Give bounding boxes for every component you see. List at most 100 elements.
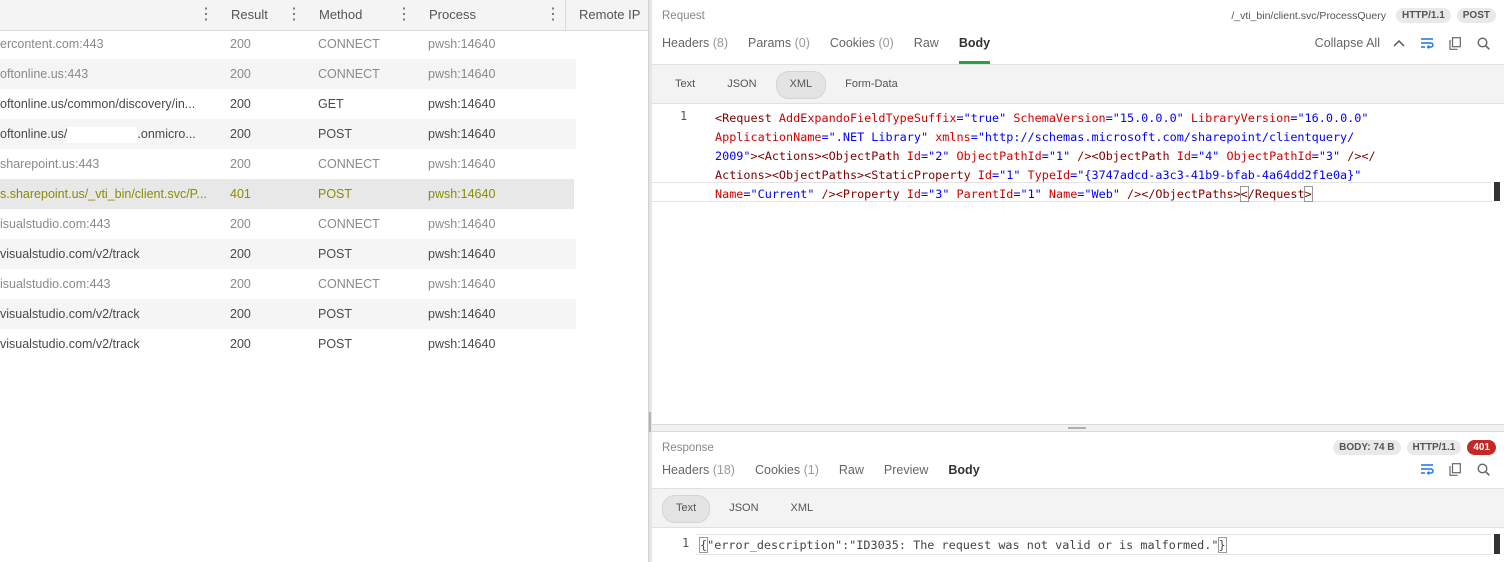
xml-tag: ><Actions><ObjectPath: [750, 149, 907, 163]
protocol-badge: HTTP/1.1: [1406, 440, 1462, 455]
tab-cookies[interactable]: Cookies (1): [755, 459, 827, 487]
column-menu-icon[interactable]: ⋮: [198, 0, 214, 30]
format-text[interactable]: Text: [662, 71, 708, 97]
session-row[interactable]: oftonline.us:443 200 CONNECT pwsh:14640: [0, 59, 576, 89]
code-line: <Request AddExpandoFieldTypeSuffix="true…: [715, 109, 1485, 128]
tab-preview[interactable]: Preview: [884, 459, 936, 487]
xml-tag: /><ObjectPath: [1070, 149, 1177, 163]
tab-label: Cookies: [754, 463, 801, 477]
session-row[interactable]: visualstudio.com/v2/track 200 POST pwsh:…: [0, 329, 648, 359]
session-process: pwsh:14640: [428, 217, 496, 231]
session-row[interactable]: oftonline.us/ .onmicro... 200 POST pwsh:1…: [0, 119, 576, 149]
method-badge: POST: [1456, 8, 1496, 23]
session-url-part: .onmicro...: [137, 127, 196, 141]
format-text[interactable]: Text: [662, 495, 711, 523]
tab-count: (1): [803, 463, 819, 477]
tab-raw[interactable]: Raw: [914, 32, 947, 60]
session-method: CONNECT: [318, 37, 380, 51]
column-header-result[interactable]: Result: [231, 0, 268, 30]
column-header-process[interactable]: Process: [429, 0, 476, 30]
session-url: ercontent.com:443: [0, 37, 104, 51]
protocol-badge: HTTP/1.1: [1395, 8, 1451, 23]
editor-scrollbar[interactable]: [1494, 534, 1500, 554]
xml-value: "Web": [1084, 187, 1120, 201]
tab-params[interactable]: Params (0): [748, 32, 818, 60]
session-process: pwsh:14640: [428, 337, 496, 351]
code-lines: {"error_description":"ID3035: The reques…: [698, 536, 1470, 555]
format-json[interactable]: JSON: [716, 495, 771, 521]
session-row[interactable]: ercontent.com:443 200 CONNECT pwsh:14640: [0, 29, 648, 59]
copy-icon[interactable]: [1446, 34, 1464, 52]
request-meta: /_vti_bin/client.svc/ProcessQuery HTTP/1…: [1231, 8, 1496, 23]
session-url: visualstudio.com/v2/track: [0, 247, 140, 261]
xml-tag: >: [1303, 186, 1313, 202]
xml-attr: Name: [715, 187, 744, 201]
xml-tag: /Request: [1247, 187, 1305, 201]
xml-value: "1": [1048, 149, 1071, 163]
xml-attr: xmlns: [928, 130, 971, 144]
tab-raw[interactable]: Raw: [839, 459, 872, 487]
xml-tag: /></ObjectPaths>: [1119, 187, 1241, 201]
xml-attr: TypeId: [1020, 168, 1071, 182]
chevron-up-icon[interactable]: [1390, 34, 1408, 52]
body-size-badge: BODY: 74 B: [1333, 440, 1401, 455]
tab-label: Headers: [662, 463, 710, 477]
tab-body[interactable]: Body: [958, 32, 998, 64]
session-method: GET: [318, 97, 344, 111]
tab-headers[interactable]: Headers (18): [662, 459, 743, 487]
session-row[interactable]: visualstudio.com/v2/track 200 POST pwsh:…: [0, 239, 576, 269]
column-header-remote-ip[interactable]: Remote IP: [579, 0, 640, 30]
session-url-part: oftonline.us/: [0, 127, 68, 141]
format-xml[interactable]: XML: [775, 71, 827, 99]
tab-body[interactable]: Body: [948, 459, 987, 491]
response-title: Response: [662, 442, 714, 454]
xml-value: "true": [963, 111, 1007, 125]
search-icon[interactable]: [1474, 460, 1492, 478]
splitter-grip[interactable]: [1068, 427, 1086, 429]
session-row[interactable]: oftonline.us/common/discovery/in... 200 …: [0, 89, 648, 119]
word-wrap-icon[interactable]: [1418, 34, 1436, 52]
session-row-selected[interactable]: s.sharepoint.us/_vti_bin/client.svc/P...…: [0, 179, 574, 209]
horizontal-splitter[interactable]: [652, 424, 1504, 432]
session-process: pwsh:14640: [428, 157, 496, 171]
request-tools: Collapse All: [1315, 34, 1492, 52]
xml-value: "1": [999, 168, 1021, 182]
session-method: CONNECT: [318, 217, 380, 231]
editor-scrollbar[interactable]: [1494, 182, 1500, 201]
copy-icon[interactable]: [1446, 460, 1464, 478]
session-row[interactable]: visualstudio.com/v2/track 200 POST pwsh:…: [0, 299, 576, 329]
format-form-data[interactable]: Form-Data: [832, 71, 911, 97]
session-method: POST: [318, 127, 353, 141]
session-method: POST: [318, 247, 353, 261]
search-icon[interactable]: [1474, 34, 1492, 52]
session-row[interactable]: sharepoint.us:443 200 CONNECT pwsh:14640: [0, 149, 648, 179]
session-method: POST: [318, 337, 353, 351]
xml-eq: =: [821, 130, 829, 144]
column-menu-icon[interactable]: ⋮: [396, 0, 412, 30]
column-menu-icon[interactable]: ⋮: [545, 0, 561, 30]
word-wrap-icon[interactable]: [1418, 460, 1436, 478]
column-menu-icon[interactable]: ⋮: [286, 0, 302, 30]
format-xml[interactable]: XML: [778, 495, 827, 521]
session-row[interactable]: isualstudio.com:443 200 CONNECT pwsh:146…: [0, 269, 648, 299]
splitter-grip[interactable]: [649, 412, 651, 432]
code-line: Actions><ObjectPaths><StaticProperty Id=…: [715, 166, 1485, 185]
session-url: visualstudio.com/v2/track: [0, 307, 140, 321]
tab-headers[interactable]: Headers (8): [662, 32, 736, 60]
xml-attr: Name: [1041, 187, 1078, 201]
xml-attr: SchemaVersion: [1006, 111, 1106, 125]
collapse-all-button[interactable]: Collapse All: [1315, 36, 1380, 50]
xml-value: "3": [1318, 149, 1341, 163]
xml-value: "{3747adcd-a3c3-41b9-bfab-4a64dd2f1e0a}": [1077, 168, 1362, 182]
column-header-method[interactable]: Method: [319, 0, 362, 30]
response-tabs: Headers (18) Cookies (1) Raw Preview Bod…: [662, 459, 1000, 491]
response-tools: [1418, 460, 1492, 478]
session-list: ⋮ Result ⋮ Method ⋮ Process ⋮ Remote IP …: [0, 0, 648, 562]
session-url: oftonline.us/ .onmicro...: [0, 119, 214, 149]
session-row[interactable]: isualstudio.com:443 200 CONNECT pwsh:146…: [0, 209, 648, 239]
tab-cookies[interactable]: Cookies (0): [830, 32, 902, 60]
response-pane: Response BODY: 74 B HTTP/1.1 401 Headers…: [652, 432, 1504, 562]
format-json[interactable]: JSON: [714, 71, 769, 97]
session-result: 200: [230, 217, 251, 231]
xml-attr: ApplicationName: [715, 130, 822, 144]
